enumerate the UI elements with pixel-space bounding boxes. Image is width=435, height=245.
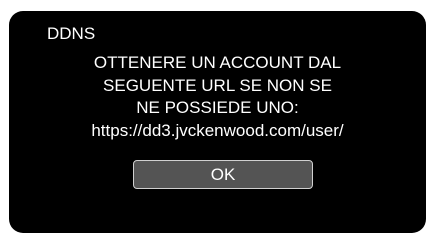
message-url: https://dd3.jvckenwood.com/user/	[91, 120, 344, 140]
dialog-message: OTTENERE UN ACCOUNT DAL SEGUENTE URL SE …	[9, 52, 426, 142]
ddns-dialog: DDNS OTTENERE UN ACCOUNT DAL SEGUENTE UR…	[9, 11, 426, 233]
screen: DDNS OTTENERE UN ACCOUNT DAL SEGUENTE UR…	[0, 0, 435, 245]
dialog-title: DDNS	[47, 24, 96, 43]
message-line: OTTENERE UN ACCOUNT DAL	[93, 53, 342, 72]
message-line: SEGUENTE URL SE NON SE	[103, 75, 332, 95]
message-line: NE POSSIEDE UNO:	[136, 98, 299, 117]
ok-button[interactable]: OK	[133, 160, 313, 189]
